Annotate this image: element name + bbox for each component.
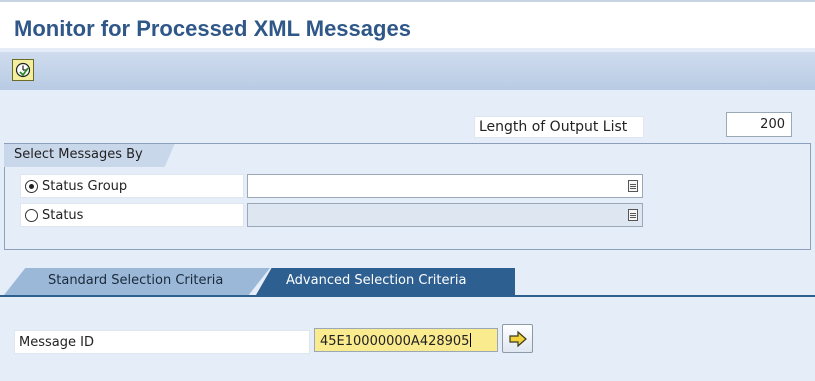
message-id-label: Message ID [14, 330, 310, 354]
text-caret [470, 333, 472, 347]
multiple-selection-button[interactable] [502, 324, 533, 353]
output-length-input[interactable]: 200 [726, 112, 792, 137]
page-title: Monitor for Processed XML Messages [14, 16, 411, 41]
output-length-label: Length of Output List [474, 116, 644, 138]
value-help-icon[interactable] [628, 180, 638, 192]
execute-clock-icon [15, 62, 31, 78]
application-toolbar [0, 52, 815, 90]
arrow-right-icon [508, 330, 527, 347]
select-messages-group-title: Select Messages By [4, 143, 175, 167]
radio-status-label: Status [42, 207, 84, 223]
status-group-input[interactable] [247, 174, 643, 198]
radio-status-group[interactable]: Status Group [20, 174, 244, 198]
radio-selected-icon[interactable] [25, 179, 38, 193]
value-help-icon[interactable] [628, 209, 638, 221]
message-id-value: 45E10000000A428905 [320, 334, 470, 349]
message-id-input[interactable]: 45E10000000A428905 [314, 328, 498, 352]
radio-status[interactable]: Status [20, 203, 244, 227]
tab-standard-selection[interactable]: Standard Selection Criteria [4, 268, 270, 295]
status-input[interactable] [247, 203, 643, 227]
tab-advanced-selection[interactable]: Advanced Selection Criteria [256, 268, 515, 295]
radio-unselected-icon[interactable] [25, 208, 38, 222]
title-bar: Monitor for Processed XML Messages [0, 0, 815, 48]
radio-status-group-label: Status Group [42, 178, 128, 194]
execute-button[interactable] [12, 59, 34, 81]
